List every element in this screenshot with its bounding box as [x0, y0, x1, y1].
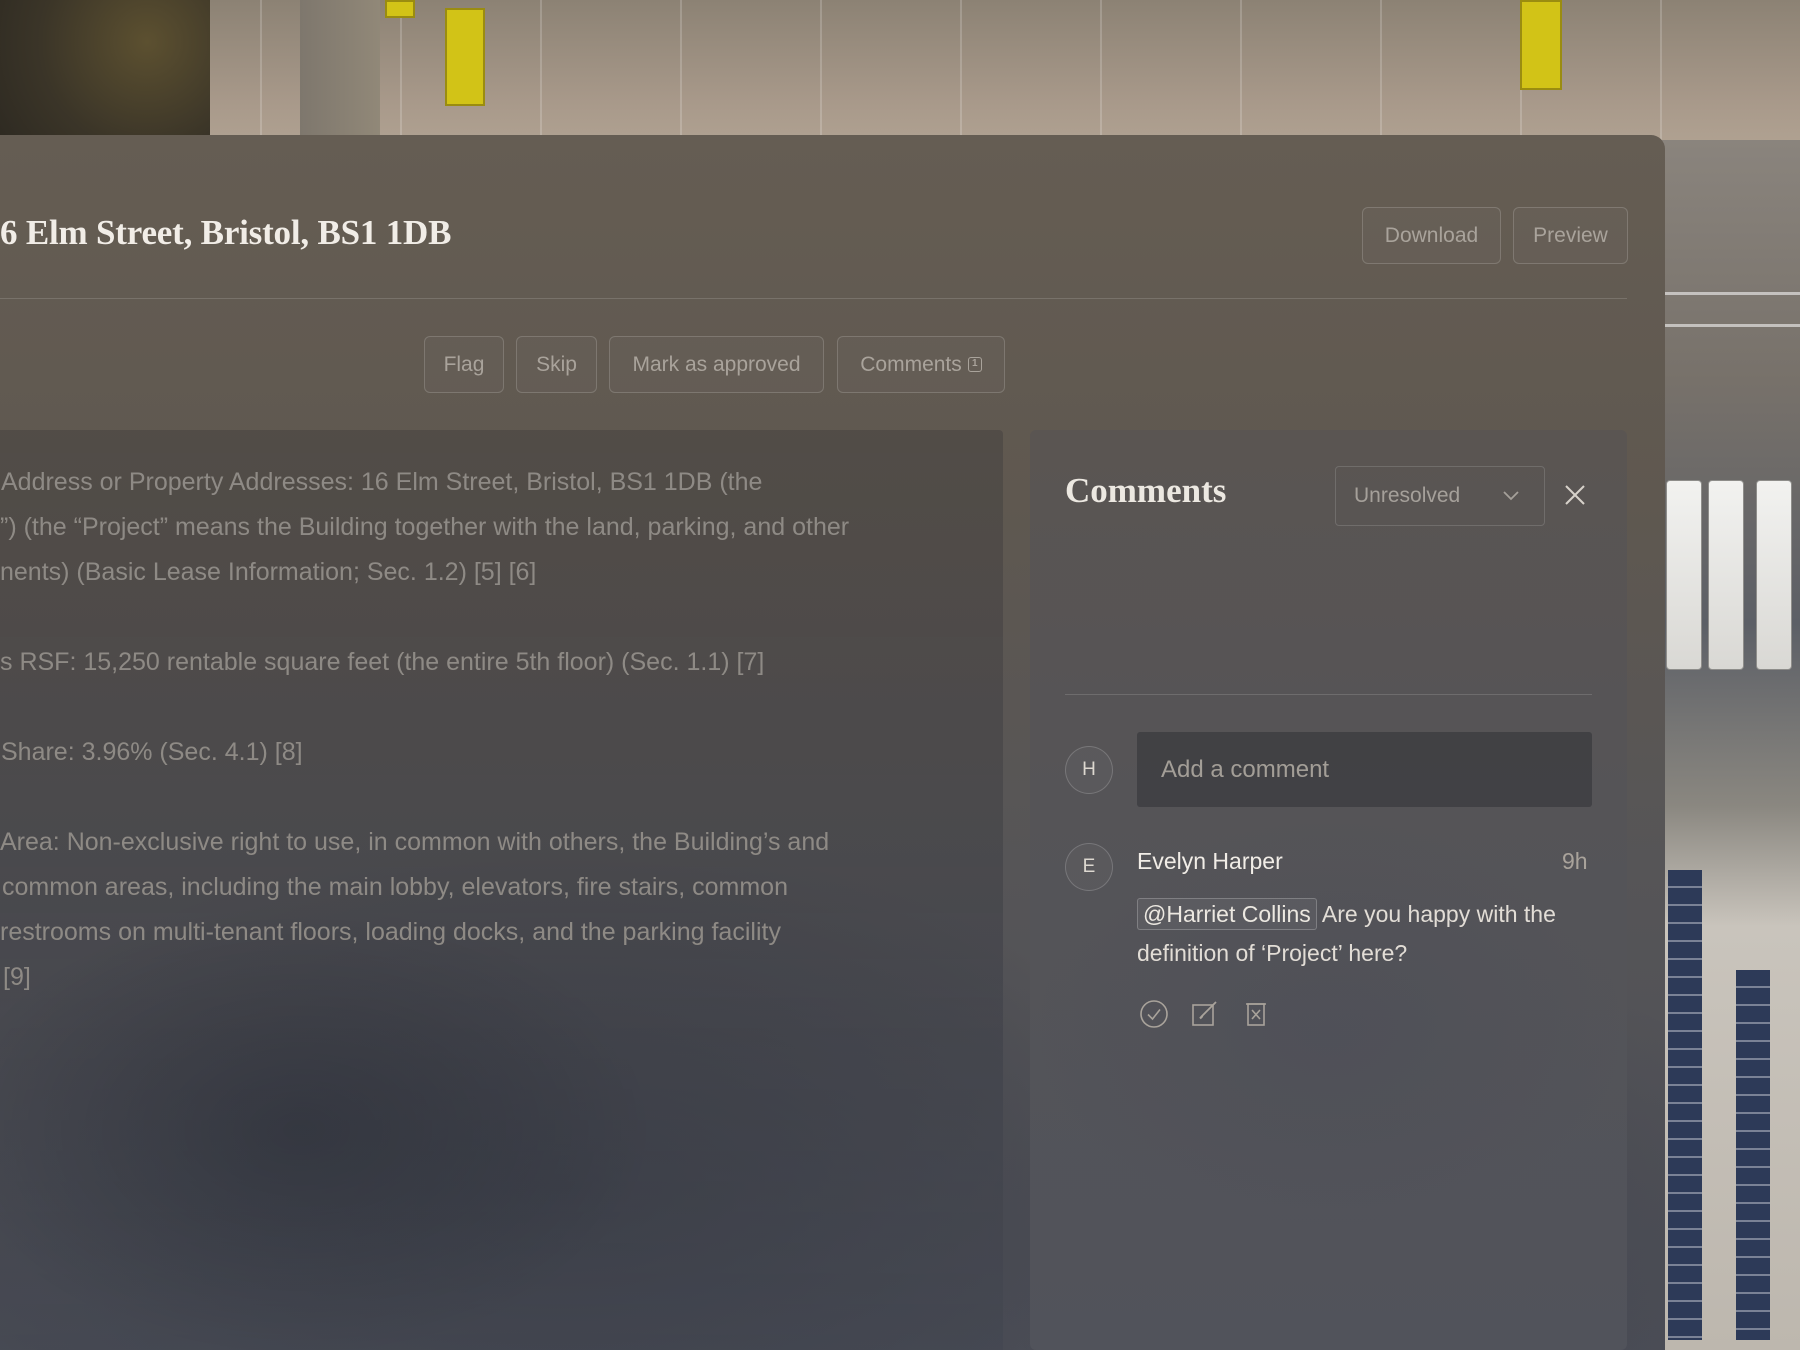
review-panel: 6 Elm Street, Bristol, BS1 1DB Download …: [0, 135, 1665, 1350]
comments-toggle-label: Comments: [860, 352, 962, 376]
document-line: Share: 3.96% (Sec. 4.1) [8]: [1, 738, 303, 766]
delete-icon[interactable]: [1240, 998, 1272, 1030]
background-truck: [1756, 480, 1792, 670]
document-line: [9]: [3, 963, 31, 991]
comment-body: @Harriet Collins Are you happy with the …: [1137, 895, 1577, 973]
user-mention[interactable]: @Harriet Collins: [1137, 898, 1317, 930]
info-icon: 1: [967, 357, 982, 372]
background-road: [300, 0, 380, 140]
comment-author-avatar: E: [1065, 843, 1113, 891]
document-line: nents) (Basic Lease Information; Sec. 1.…: [0, 558, 537, 586]
mark-approved-button[interactable]: Mark as approved: [609, 336, 824, 393]
skip-button[interactable]: Skip: [516, 336, 597, 393]
background-skip: [385, 0, 415, 18]
comment-timestamp: 9h: [1562, 848, 1588, 874]
comment-filter-select[interactable]: Unresolved: [1335, 466, 1545, 526]
comments-title: Comments: [1065, 471, 1227, 510]
current-user-avatar: H: [1065, 746, 1113, 794]
header-divider: [0, 298, 1627, 299]
document-line: ”) (the “Project” means the Building tog…: [0, 513, 850, 541]
comments-toggle-button[interactable]: Comments 1: [837, 336, 1005, 393]
document-line: common areas, including the main lobby, …: [2, 873, 788, 901]
edit-icon[interactable]: [1189, 998, 1221, 1030]
close-icon[interactable]: [1562, 482, 1588, 508]
flag-button[interactable]: Flag: [424, 336, 504, 393]
comments-divider: [1065, 694, 1592, 695]
download-button[interactable]: Download: [1362, 207, 1501, 264]
background-solar-panels: [1668, 870, 1702, 1340]
document-line: Address or Property Addresses: 16 Elm St…: [1, 468, 763, 496]
background-grass: [0, 0, 210, 140]
comments-panel: Comments Unresolved H E Evelyn Harper 9h…: [1030, 430, 1627, 1350]
background-skip: [445, 8, 485, 106]
page-title: 6 Elm Street, Bristol, BS1 1DB: [0, 213, 452, 252]
background-truck: [1708, 480, 1744, 670]
document-content: Address or Property Addresses: 16 Elm St…: [0, 430, 1003, 1350]
comment-author: Evelyn Harper: [1137, 848, 1283, 874]
document-line: Area: Non-exclusive right to use, in com…: [0, 828, 830, 856]
background-road-line: [1665, 324, 1800, 327]
background-road-line: [1665, 292, 1800, 295]
preview-button[interactable]: Preview: [1513, 207, 1628, 264]
document-line: restrooms on multi-tenant floors, loadin…: [0, 918, 781, 946]
background-solar-panels: [1736, 970, 1770, 1340]
comment-filter-value: Unresolved: [1354, 484, 1461, 507]
chevron-down-icon: [1503, 491, 1519, 501]
document-line: s RSF: 15,250 rentable square feet (the …: [0, 648, 765, 676]
background-truck: [1666, 480, 1702, 670]
add-comment-input[interactable]: [1137, 732, 1592, 807]
check-circle-icon[interactable]: [1138, 998, 1170, 1030]
background-skip: [1520, 0, 1562, 90]
